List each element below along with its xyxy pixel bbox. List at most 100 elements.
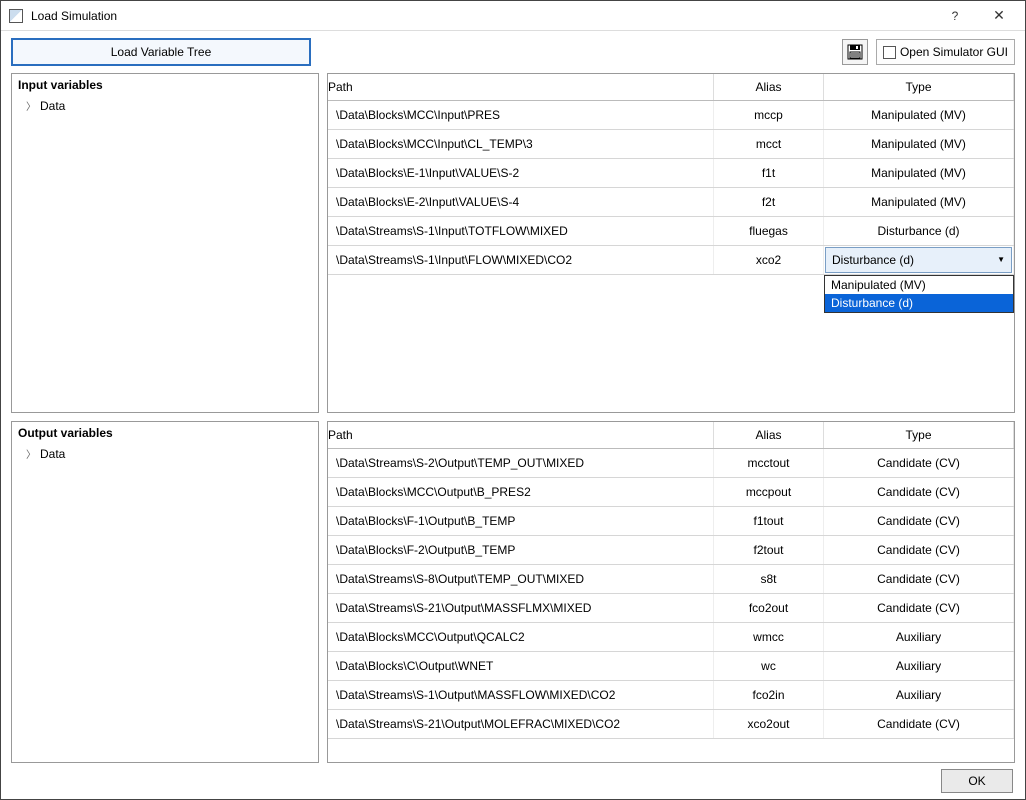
tree-root-label: Data [40,447,65,461]
table-row[interactable]: \Data\Blocks\C\Output\WNETwcAuxiliary [328,651,1014,680]
cell-alias[interactable]: f1tout [714,506,824,535]
cell-alias[interactable]: f2t [714,187,824,216]
type-combo[interactable]: Disturbance (d)▼ [825,247,1012,273]
table-row[interactable]: \Data\Streams\S-21\Output\MASSFLMX\MIXED… [328,593,1014,622]
input-variables-panel: Input variables 〉 Data [11,73,319,413]
table-row[interactable]: \Data\Blocks\F-2\Output\B_TEMPf2toutCand… [328,535,1014,564]
cell-path[interactable]: \Data\Blocks\MCC\Output\B_PRES2 [328,477,714,506]
tree-root-output[interactable]: 〉 Data [12,444,318,463]
table-row[interactable]: \Data\Streams\S-21\Output\MOLEFRAC\MIXED… [328,709,1014,738]
cell-path[interactable]: \Data\Streams\S-2\Output\TEMP_OUT\MIXED [328,448,714,477]
table-header-row: Path Alias Type [328,422,1014,448]
cell-alias[interactable]: fco2in [714,680,824,709]
header-alias[interactable]: Alias [714,422,824,448]
cell-alias[interactable]: f1t [714,158,824,187]
cell-path[interactable]: \Data\Blocks\F-2\Output\B_TEMP [328,535,714,564]
cell-type[interactable]: Manipulated (MV) [824,158,1014,187]
cell-alias[interactable]: mcct [714,129,824,158]
cell-type[interactable]: Manipulated (MV) [824,129,1014,158]
cell-path[interactable]: \Data\Streams\S-21\Output\MOLEFRAC\MIXED… [328,709,714,738]
cell-alias[interactable]: fco2out [714,593,824,622]
cell-path[interactable]: \Data\Streams\S-21\Output\MASSFLMX\MIXED [328,593,714,622]
cell-type[interactable]: Candidate (CV) [824,535,1014,564]
table-row[interactable]: \Data\Blocks\E-2\Input\VALUE\S-4f2tManip… [328,187,1014,216]
output-variables-title: Output variables [12,422,318,444]
header-path[interactable]: Path [328,74,714,100]
footer: OK [1,763,1025,799]
load-variable-tree-button[interactable]: Load Variable Tree [11,38,311,66]
cell-type[interactable]: Manipulated (MV) [824,100,1014,129]
cell-path[interactable]: \Data\Streams\S-1\Input\TOTFLOW\MIXED [328,216,714,245]
table-row[interactable]: \Data\Blocks\MCC\Output\B_PRES2mccpoutCa… [328,477,1014,506]
cell-type[interactable]: Candidate (CV) [824,709,1014,738]
cell-alias[interactable]: f2tout [714,535,824,564]
input-table: Path Alias Type \Data\Blocks\MCC\Input\P… [328,74,1014,275]
cell-path[interactable]: \Data\Streams\S-8\Output\TEMP_OUT\MIXED [328,564,714,593]
open-simulator-gui-label: Open Simulator GUI [900,45,1008,59]
header-type[interactable]: Type [824,74,1014,100]
header-type[interactable]: Type [824,422,1014,448]
table-row[interactable]: \Data\Streams\S-2\Output\TEMP_OUT\MIXEDm… [328,448,1014,477]
checkbox-icon [883,46,896,59]
dropdown-option-manipulated[interactable]: Manipulated (MV) [825,276,1013,294]
cell-type[interactable]: Auxiliary [824,622,1014,651]
close-icon: ✕ [993,7,1005,24]
cell-alias[interactable]: xco2 [714,245,824,274]
cell-alias[interactable]: mccpout [714,477,824,506]
cell-alias[interactable]: mccp [714,100,824,129]
table-row[interactable]: \Data\Blocks\MCC\Input\PRESmccpManipulat… [328,100,1014,129]
cell-path[interactable]: \Data\Blocks\C\Output\WNET [328,651,714,680]
cell-path[interactable]: \Data\Blocks\MCC\Input\CL_TEMP\3 [328,129,714,158]
cell-type[interactable]: Candidate (CV) [824,593,1014,622]
cell-path[interactable]: \Data\Streams\S-1\Output\MASSFLOW\MIXED\… [328,680,714,709]
save-icon [847,44,863,60]
save-button[interactable] [842,39,868,65]
cell-type[interactable]: Candidate (CV) [824,564,1014,593]
cell-alias[interactable]: fluegas [714,216,824,245]
chevron-down-icon: ▼ [997,255,1005,264]
cell-type[interactable]: Candidate (CV) [824,477,1014,506]
table-row[interactable]: \Data\Streams\S-1\Input\TOTFLOW\MIXEDflu… [328,216,1014,245]
cell-alias[interactable]: wc [714,651,824,680]
input-variables-title: Input variables [12,74,318,96]
table-row[interactable]: \Data\Blocks\E-1\Input\VALUE\S-2f1tManip… [328,158,1014,187]
cell-type[interactable]: Auxiliary [824,680,1014,709]
tree-root-input[interactable]: 〉 Data [12,96,318,115]
ok-button[interactable]: OK [941,769,1013,793]
tree-root-label: Data [40,99,65,113]
cell-path[interactable]: \Data\Blocks\E-1\Input\VALUE\S-2 [328,158,714,187]
cell-type[interactable]: Disturbance (d) [824,216,1014,245]
cell-alias[interactable]: xco2out [714,709,824,738]
cell-path[interactable]: \Data\Blocks\MCC\Input\PRES [328,100,714,129]
output-table: Path Alias Type \Data\Streams\S-2\Output… [328,422,1014,739]
cell-type[interactable]: Disturbance (d)▼ [824,245,1014,274]
header-alias[interactable]: Alias [714,74,824,100]
cell-type[interactable]: Candidate (CV) [824,506,1014,535]
content-area: Input variables 〉 Data Path Alias Type \… [1,73,1025,763]
chevron-right-icon: 〉 [26,98,36,113]
table-row[interactable]: \Data\Streams\S-8\Output\TEMP_OUT\MIXEDs… [328,564,1014,593]
open-simulator-gui-checkbox[interactable]: Open Simulator GUI [876,39,1015,65]
table-row[interactable]: \Data\Streams\S-1\Input\FLOW\MIXED\CO2xc… [328,245,1014,274]
cell-type[interactable]: Auxiliary [824,651,1014,680]
dropdown-option-disturbance[interactable]: Disturbance (d) [825,294,1013,312]
table-row[interactable]: \Data\Streams\S-1\Output\MASSFLOW\MIXED\… [328,680,1014,709]
cell-path[interactable]: \Data\Blocks\E-2\Input\VALUE\S-4 [328,187,714,216]
cell-type[interactable]: Manipulated (MV) [824,187,1014,216]
table-row[interactable]: \Data\Blocks\F-1\Output\B_TEMPf1toutCand… [328,506,1014,535]
cell-path[interactable]: \Data\Streams\S-1\Input\FLOW\MIXED\CO2 [328,245,714,274]
cell-alias[interactable]: wmcc [714,622,824,651]
table-row[interactable]: \Data\Blocks\MCC\Output\QCALC2wmccAuxili… [328,622,1014,651]
type-dropdown-list[interactable]: Manipulated (MV) Disturbance (d) [824,275,1014,313]
cell-alias[interactable]: mcctout [714,448,824,477]
header-path[interactable]: Path [328,422,714,448]
titlebar: Load Simulation ? ✕ [1,1,1025,31]
close-button[interactable]: ✕ [977,2,1021,30]
cell-alias[interactable]: s8t [714,564,824,593]
table-row[interactable]: \Data\Blocks\MCC\Input\CL_TEMP\3mcctMani… [328,129,1014,158]
cell-path[interactable]: \Data\Blocks\F-1\Output\B_TEMP [328,506,714,535]
help-button[interactable]: ? [933,2,977,30]
cell-path[interactable]: \Data\Blocks\MCC\Output\QCALC2 [328,622,714,651]
cell-type[interactable]: Candidate (CV) [824,448,1014,477]
output-variables-panel: Output variables 〉 Data [11,421,319,763]
